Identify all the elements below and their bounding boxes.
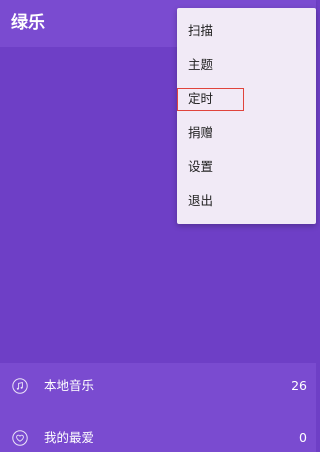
menu-item-label: 退出	[188, 193, 214, 208]
app-title: 绿乐	[11, 13, 45, 33]
overflow-menu: 扫描 主题 定时 捐赠 设置 退出	[177, 8, 316, 224]
list-item-count: 0	[299, 430, 307, 445]
list-item-local-music[interactable]: 本地音乐 26	[0, 363, 316, 409]
menu-item-exit[interactable]: 退出	[177, 184, 316, 218]
menu-item-timer[interactable]: 定时	[177, 82, 316, 116]
list-item-count: 26	[291, 378, 307, 393]
menu-item-label: 定时	[188, 91, 214, 106]
menu-item-label: 主题	[188, 57, 214, 72]
list-item-label: 本地音乐	[44, 378, 95, 393]
menu-item-theme[interactable]: 主题	[177, 48, 316, 82]
heart-icon	[12, 430, 28, 446]
menu-item-settings[interactable]: 设置	[177, 150, 316, 184]
music-note-icon	[12, 378, 28, 394]
list-item-label: 我的最爱	[44, 430, 95, 445]
menu-item-donate[interactable]: 捐赠	[177, 116, 316, 150]
menu-item-label: 扫描	[188, 23, 214, 38]
menu-item-label: 设置	[188, 159, 214, 174]
menu-item-scan[interactable]: 扫描	[177, 14, 316, 48]
library-list: 本地音乐 26 我的最爱 0	[0, 363, 316, 452]
list-item-favorites[interactable]: 我的最爱 0	[0, 415, 316, 452]
menu-item-label: 捐赠	[188, 125, 214, 140]
